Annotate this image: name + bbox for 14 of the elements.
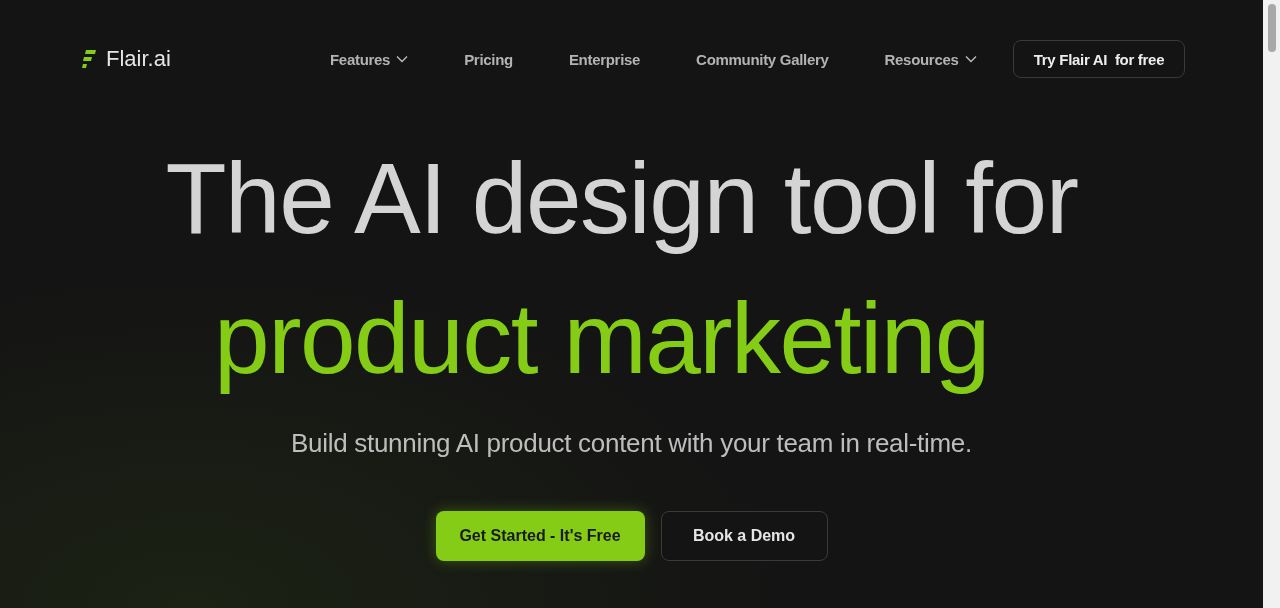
headline-accent: product marketing (214, 281, 989, 396)
subtitle: Build stunning AI product content with your team in real-time. (291, 428, 972, 459)
book-demo-button[interactable]: Book a Demo (660, 511, 828, 561)
try-free-button[interactable]: Try Flair AI for free (1013, 40, 1185, 78)
nav-link[interactable]: Pricing (464, 50, 513, 68)
scrollbar[interactable] (1263, 0, 1280, 608)
nav-link[interactable]: Features (330, 50, 409, 68)
get-started-button[interactable]: Get Started - It's Free (435, 511, 645, 561)
nav-link[interactable]: Resources (884, 50, 977, 68)
headline: The AI design tool for (165, 141, 1078, 256)
logo-icon (82, 49, 96, 69)
nav-link[interactable]: Community Gallery (696, 50, 829, 68)
brand-name[interactable]: Flair.ai (106, 46, 171, 72)
nav-link[interactable]: Enterprise (568, 50, 641, 68)
